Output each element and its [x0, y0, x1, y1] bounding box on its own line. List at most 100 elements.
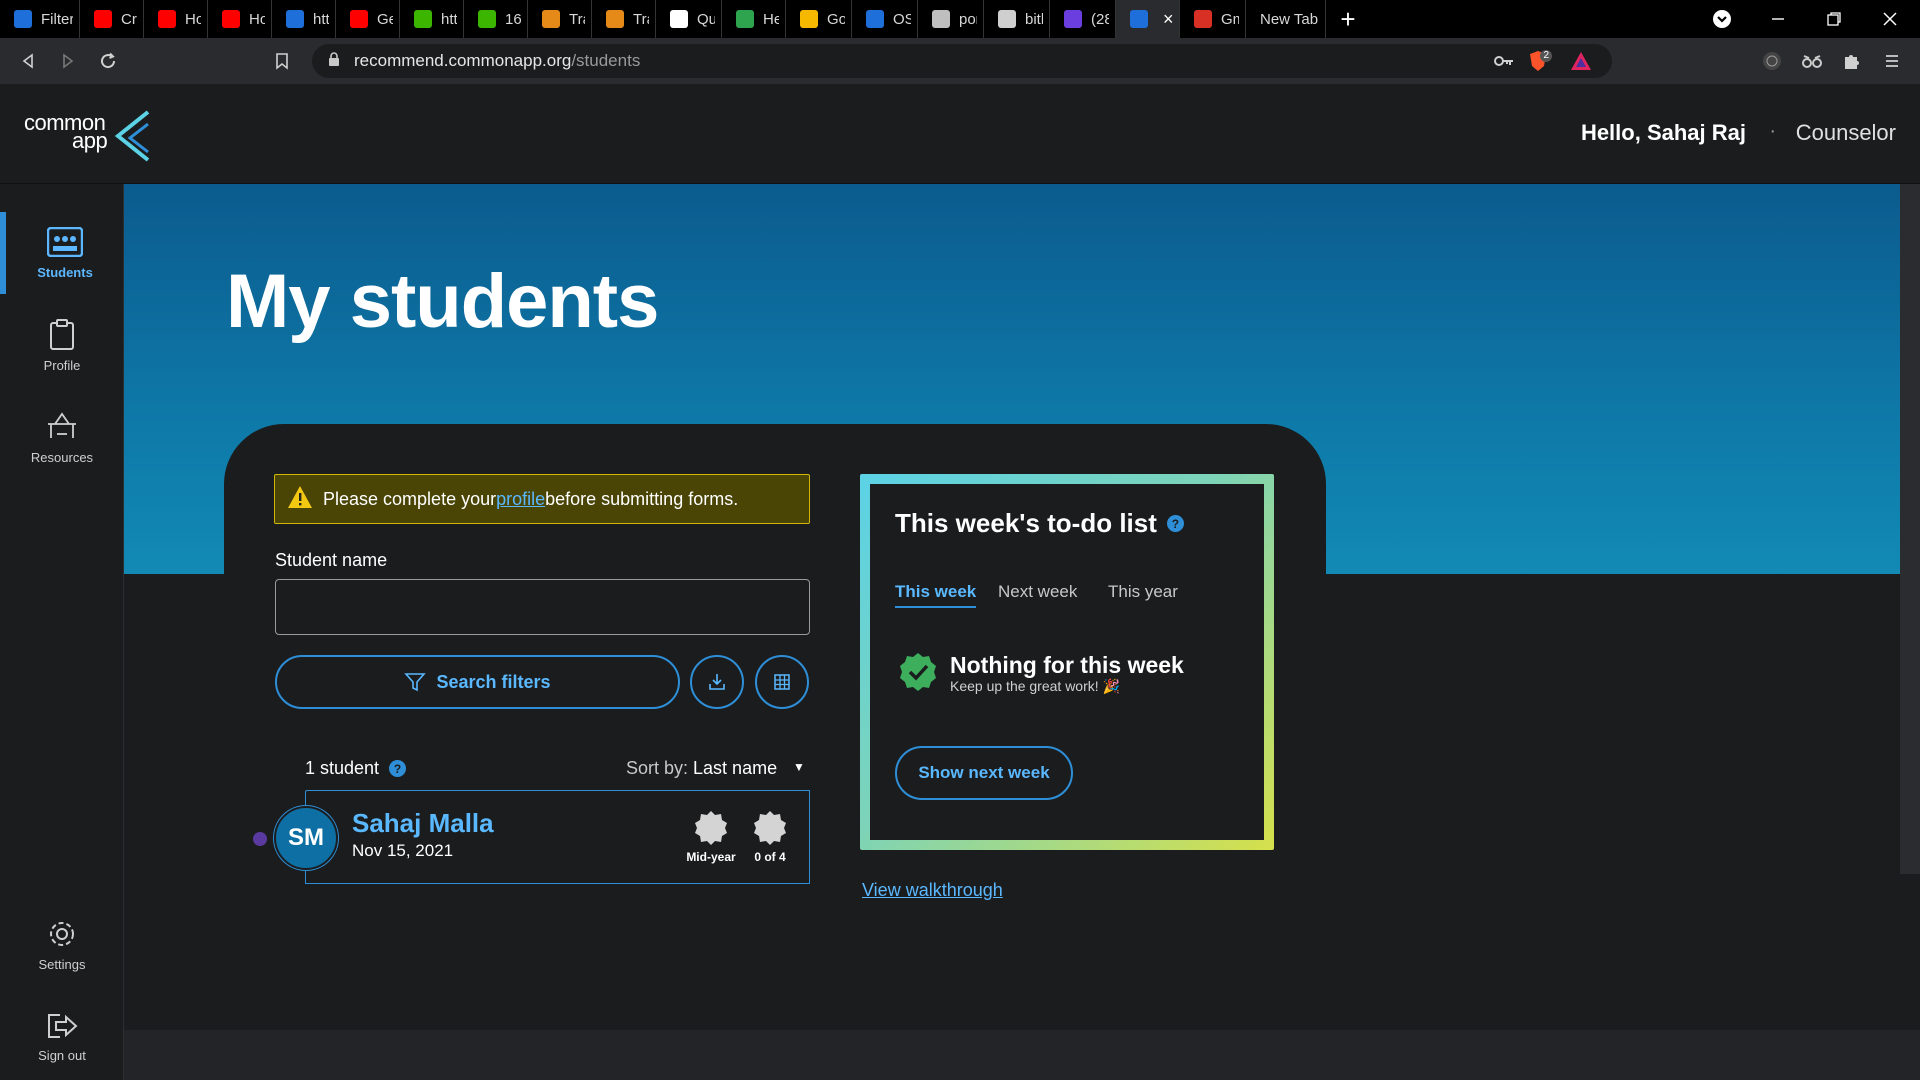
badge-label: 0 of 4 [754, 850, 786, 864]
profile-link[interactable]: profile [496, 489, 545, 510]
view-walkthrough-link[interactable]: View walkthrough [862, 880, 1003, 901]
student-name-input[interactable] [275, 579, 810, 635]
browser-tab[interactable]: How [144, 0, 208, 38]
tab-this-week[interactable]: This week [895, 582, 977, 608]
browser-tab[interactable]: bitbu [984, 0, 1050, 38]
todo-title-text: This week's to-do list [895, 508, 1157, 538]
browser-tab[interactable]: Hello [722, 0, 786, 38]
student-name-link[interactable]: Sahaj Malla [352, 808, 494, 839]
browser-tab[interactable]: https [272, 0, 336, 38]
browser-tab[interactable]: New Tab [1246, 0, 1326, 38]
browser-tab-title: https [313, 10, 329, 28]
sidebar-item-label: Students [37, 264, 93, 280]
extension-glasses-icon[interactable] [1792, 38, 1832, 84]
a-icon [932, 10, 950, 28]
browser-tab[interactable]: Creat [80, 0, 144, 38]
browser-tab-title: bitbu [1025, 10, 1043, 28]
warning-icon [287, 485, 313, 514]
url-host: recommend.commonapp.org [354, 51, 572, 70]
show-next-week-button[interactable]: Show next week [895, 746, 1073, 800]
todo-title: This week's to-do list ? [895, 508, 1184, 539]
mail-icon [1064, 10, 1082, 28]
filter-icon [404, 673, 427, 692]
sidebar-item-sign-out[interactable]: Sign out [0, 996, 124, 1078]
gear-icon [50, 921, 74, 946]
browser-tab[interactable]: Gmai [1180, 0, 1246, 38]
logo-mark-icon [114, 110, 150, 162]
sign-out-icon [48, 1013, 78, 1038]
sidebar-item-label: Profile [43, 357, 81, 373]
help-icon[interactable]: ? [389, 760, 407, 777]
search-filters-button[interactable]: Search filters [275, 655, 680, 709]
browser-tab[interactable]: St× [1116, 0, 1180, 38]
browser-toolbar: recommend.commonapp.org/students 2 [0, 38, 1920, 84]
browser-tab[interactable]: Traini [592, 0, 656, 38]
extension-globe-icon[interactable] [1752, 38, 1792, 84]
minimize-icon[interactable] [1750, 0, 1806, 38]
leaf-icon [736, 10, 754, 28]
browser-tab-bar: Filter Creat How How https Getti https 1601 Trai… [0, 0, 1920, 38]
sidebar-item-profile[interactable]: Profile [0, 304, 124, 386]
download-button[interactable] [690, 655, 744, 709]
tab-next-week[interactable]: Next week [998, 582, 1077, 602]
forms-progress-badge[interactable]: 0 of 4 [742, 810, 798, 864]
restore-icon[interactable] [1806, 0, 1862, 38]
browser-tab[interactable]: Traini [528, 0, 592, 38]
close-tab-icon[interactable]: × [1163, 9, 1174, 30]
grid-icon [774, 674, 790, 690]
forward-icon[interactable] [48, 38, 88, 84]
help-icon[interactable]: ? [1166, 515, 1184, 532]
youtube-icon [94, 10, 112, 28]
address-bar[interactable]: recommend.commonapp.org/students 2 [312, 44, 1612, 78]
close-window-icon[interactable] [1862, 0, 1918, 38]
key-icon[interactable] [1494, 52, 1514, 75]
clipboard-icon [50, 318, 74, 350]
new-tab-button[interactable]: + [1326, 0, 1370, 38]
browser-tab[interactable]: Filter [0, 0, 80, 38]
sort-select[interactable]: Sort by: Last name [626, 758, 777, 779]
brave-shields-icon[interactable]: 2 [1528, 50, 1552, 72]
w-icon [670, 10, 688, 28]
browser-menu-icon[interactable] [1694, 0, 1750, 38]
back-icon[interactable] [8, 38, 48, 84]
smiley-icon [414, 10, 432, 28]
sidebar-item-students[interactable]: Students [0, 212, 124, 294]
puzzle-icon[interactable] [1832, 38, 1872, 84]
browser-tab[interactable]: Quan [656, 0, 722, 38]
gmail-icon [1194, 10, 1212, 28]
column-settings-button[interactable] [755, 655, 809, 709]
browser-tab[interactable]: 1601 [464, 0, 528, 38]
tab-this-year[interactable]: This year [1108, 582, 1178, 602]
greeting: Hello, Sahaj Raj [1580, 120, 1746, 145]
sidebar-item-resources[interactable]: Resources [0, 396, 124, 478]
browser-tab-title: New Tab [1260, 10, 1319, 28]
midyear-badge[interactable]: Mid-year [683, 810, 739, 864]
browser-tab-title: How [249, 10, 265, 28]
reload-icon[interactable] [88, 38, 128, 84]
brave-rewards-icon[interactable] [1570, 51, 1592, 76]
badge-seal-icon [754, 811, 786, 845]
smiley-icon [478, 10, 496, 28]
browser-tab[interactable]: porta [918, 0, 984, 38]
browser-tab[interactable]: (289 [1050, 0, 1116, 38]
menu-icon[interactable] [1872, 38, 1912, 84]
scrollbar[interactable] [1900, 184, 1920, 874]
shield-icon [998, 10, 1016, 28]
bookmark-icon[interactable] [262, 38, 302, 84]
browser-tab[interactable]: How [208, 0, 272, 38]
app-header: common app Hello, Sahaj Raj · Counselor [0, 84, 1920, 184]
browser-tab-title: How [185, 10, 201, 28]
footer-strip [124, 1030, 1920, 1080]
browser-tab[interactable]: OS b [852, 0, 918, 38]
sidebar-item-settings[interactable]: Settings [0, 904, 124, 986]
browser-tab[interactable]: https [400, 0, 464, 38]
diamond-icon [866, 10, 884, 28]
sort-label: Sort by: [626, 758, 694, 778]
youtube-icon [222, 10, 240, 28]
browser-tab[interactable]: Goog [786, 0, 852, 38]
alert-text-after: before submitting forms. [545, 488, 739, 509]
commonapp-logo[interactable]: common app [24, 106, 156, 166]
browser-tab[interactable]: Getti [336, 0, 400, 38]
alert-text-before: Please complete your [323, 488, 497, 509]
chevron-down-icon[interactable]: ▼ [793, 760, 805, 774]
